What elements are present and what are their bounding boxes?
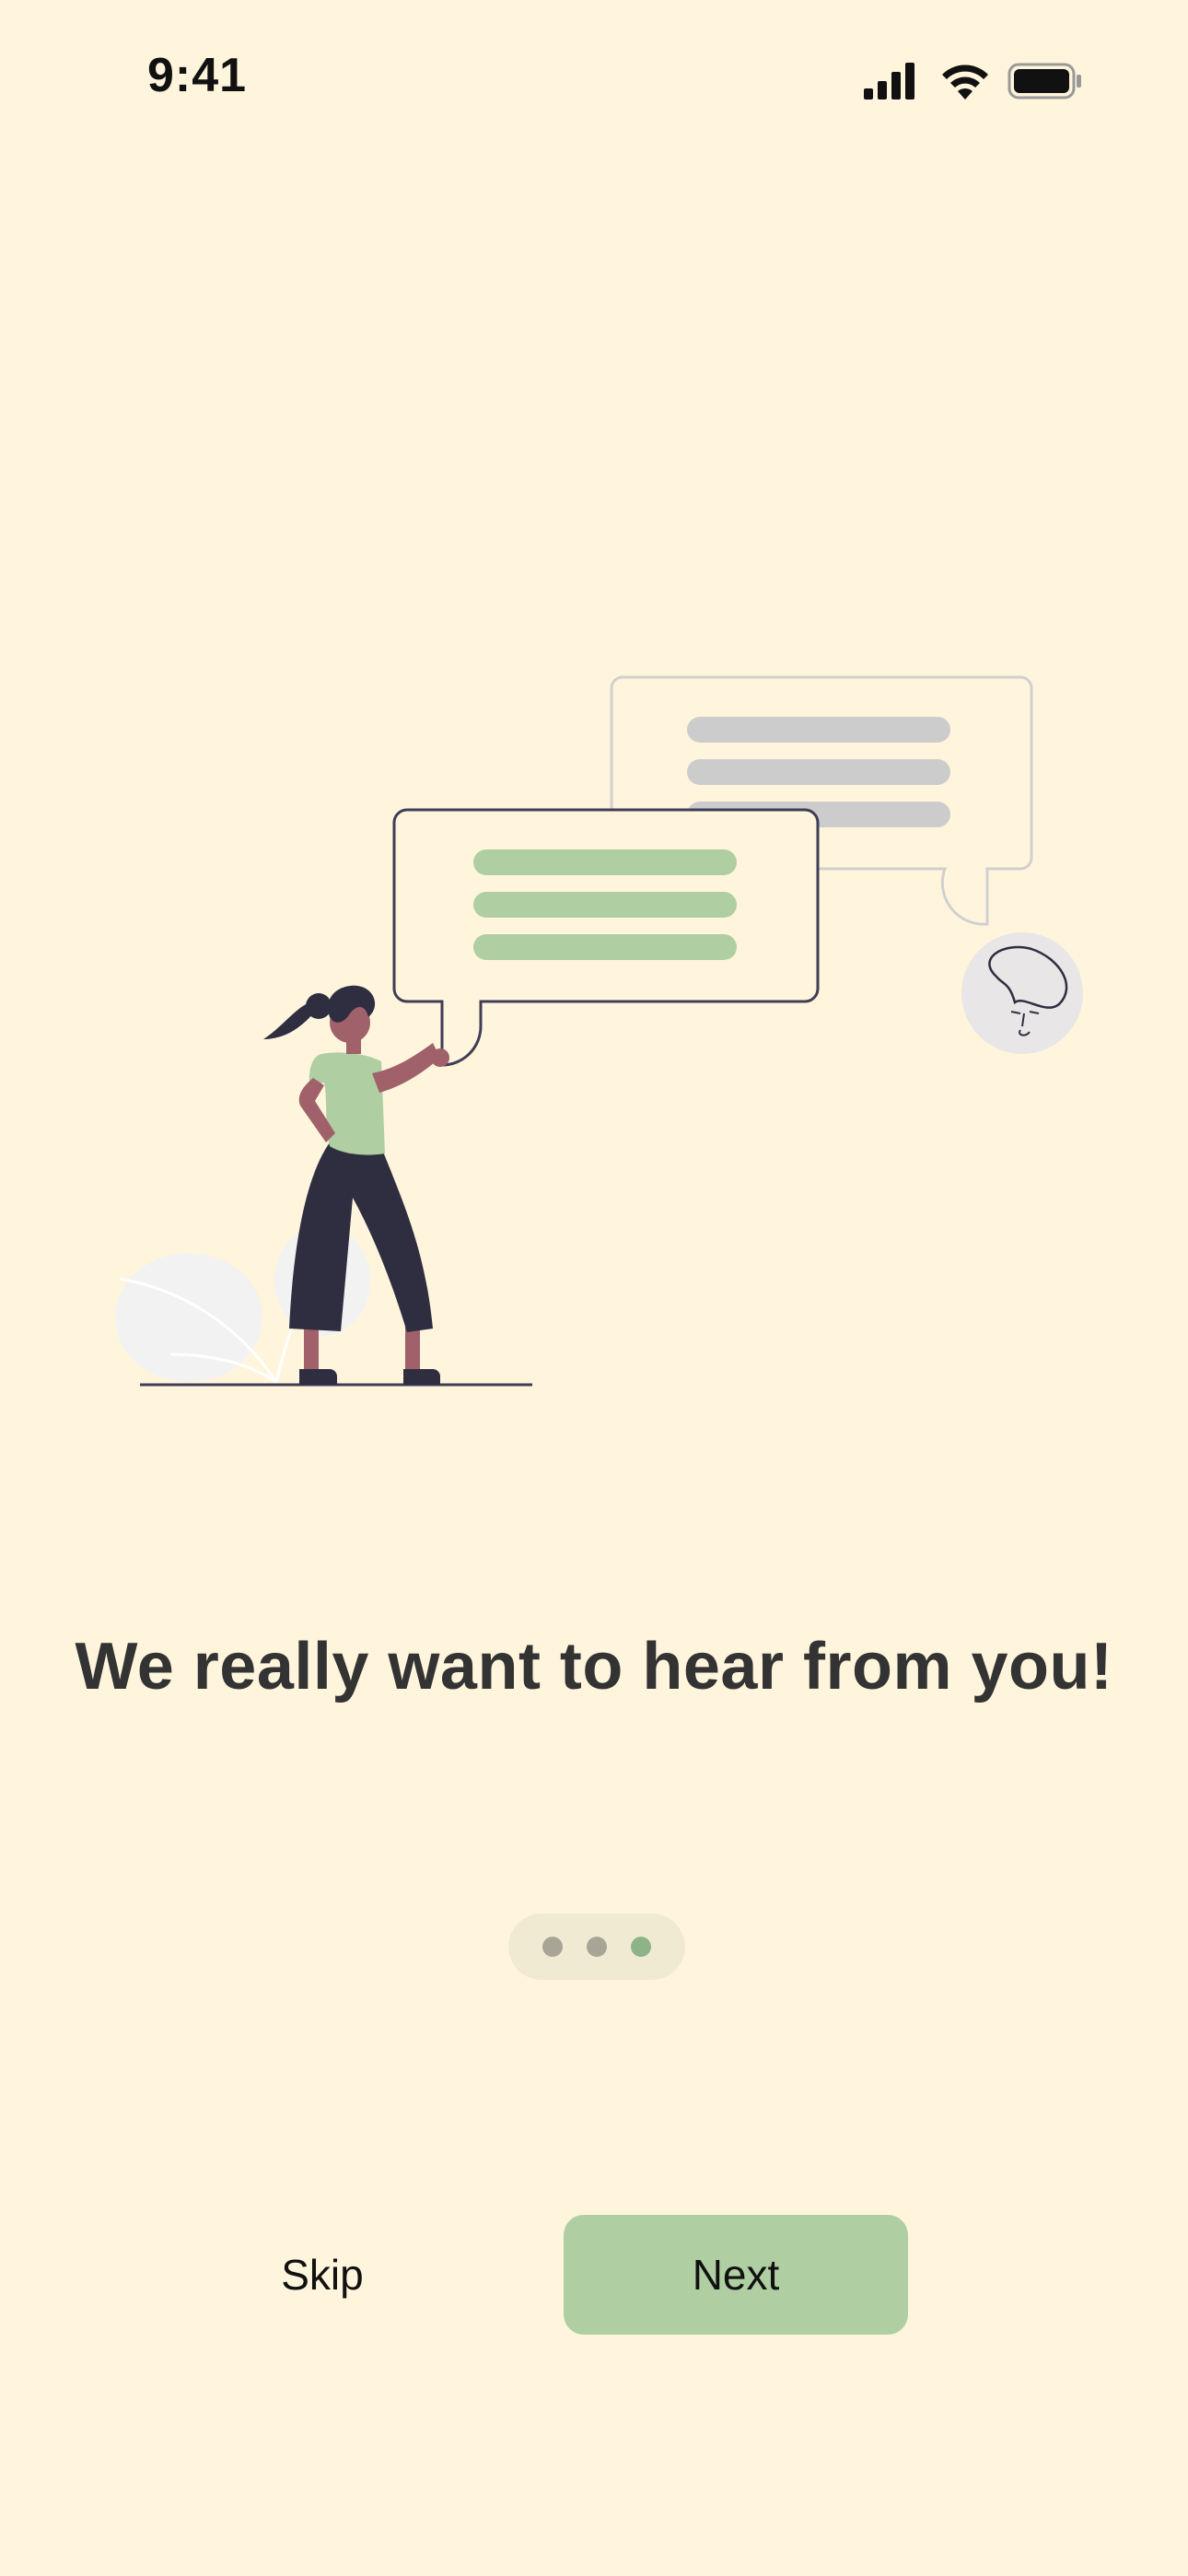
page-dot-1[interactable] <box>542 1937 563 1957</box>
status-time: 9:41 <box>147 49 248 102</box>
illustration <box>115 675 1083 1387</box>
page-dot-3-active[interactable] <box>631 1937 651 1957</box>
face-avatar <box>961 932 1083 1054</box>
front-speech-bubble <box>392 808 820 1067</box>
onboarding-screen: 9:41 We really want to hear from you! Sk… <box>0 0 1188 2576</box>
page-indicator <box>508 1914 685 1980</box>
cellular-signal-icon <box>864 63 914 100</box>
page-dot-2[interactable] <box>587 1937 607 1957</box>
next-button[interactable]: Next <box>564 2215 908 2335</box>
skip-button[interactable]: Skip <box>230 2215 414 2335</box>
wifi-icon <box>942 64 988 100</box>
onboarding-headline: We really want to hear from you! <box>75 1630 1113 1704</box>
battery-icon <box>1007 63 1081 100</box>
woman-figure <box>263 985 449 1385</box>
